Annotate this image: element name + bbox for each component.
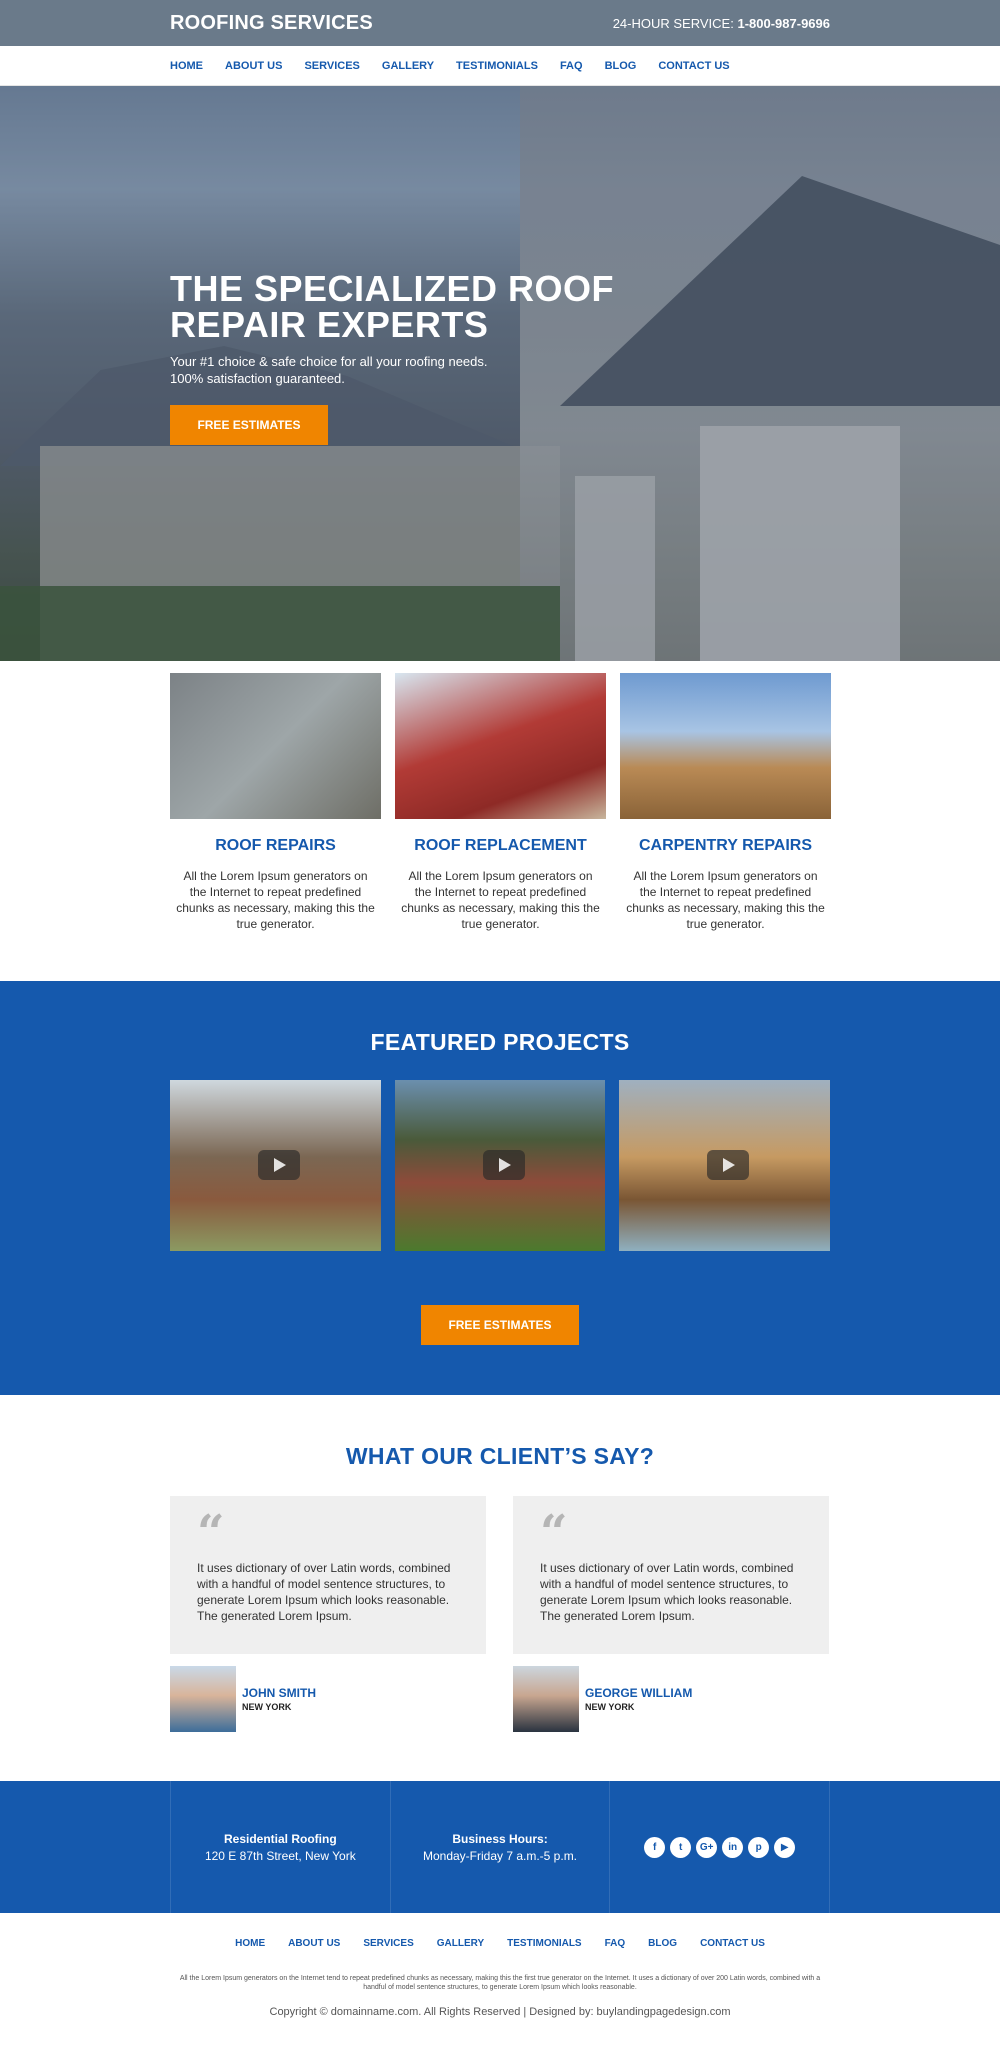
hero-banner: THE SPECIALIZED ROOF REPAIR EXPERTS Your… [0,86,1000,661]
hotline-label: 24-HOUR SERVICE: [612,15,734,31]
footer-nav: HOME ABOUT US SERVICES GALLERY TESTIMONI… [0,1913,1000,1949]
footer-nav-home[interactable]: HOME [235,1938,265,1949]
quote-icon: “ [197,1505,225,1561]
avatar [170,1666,236,1732]
nav-contact-us[interactable]: CONTACT US [658,60,729,72]
featured-title: FEATURED PROJECTS [370,1029,630,1055]
service-title[interactable]: ROOF REPAIRS [170,837,381,855]
featured-cta: FREE ESTIMATES [170,1305,830,1345]
hours-text: Monday-Friday 7 a.m.-5 p.m. [422,1848,578,1863]
testimonial-author: JOHN SMITH NEW YORK [170,1666,486,1732]
testimonial-text: It uses dictionary of over Latin words, … [197,1561,451,1623]
service-title[interactable]: ROOF REPLACEMENT [395,837,606,855]
pinterest-icon[interactable]: p [748,1836,770,1858]
project-video-thumb[interactable] [170,1080,381,1251]
social-icons: f t G+ in p ▶ [644,1836,796,1858]
hotline-number[interactable]: 1-800-987-9696 [737,16,830,31]
author-city: NEW YORK [585,1702,635,1712]
nav-services[interactable]: SERVICES [304,60,359,72]
roof-repairs-image [170,673,381,819]
nav-blog[interactable]: BLOG [605,60,637,72]
address-text: 120 E 87th Street, New York [204,1848,356,1863]
service-text: All the Lorem Ipsum generators on the In… [626,869,825,931]
quote-icon: “ [540,1505,568,1561]
testimonial-card: “ It uses dictionary of over Latin words… [170,1496,486,1732]
hours-title: Business Hours: [452,1831,548,1846]
top-header: ROOFING SERVICES 24-HOUR SERVICE: 1-800-… [0,0,1000,46]
nav-testimonials[interactable]: TESTIMONIALS [456,60,538,72]
footer-nav-testimonials[interactable]: TESTIMONIALS [507,1938,581,1949]
hero-title: THE SPECIALIZED ROOF REPAIR EXPERTS [170,271,670,343]
footer-nav-services[interactable]: SERVICES [363,1938,413,1949]
play-icon[interactable] [707,1150,750,1180]
testimonial-author: GEORGE WILLIAM NEW YORK [513,1666,829,1732]
footer-nav-contact-us[interactable]: CONTACT US [700,1938,765,1949]
author-city: NEW YORK [242,1702,292,1712]
footer-nav-about-us[interactable]: ABOUT US [288,1938,340,1949]
services-section: ROOF REPAIRS All the Lorem Ipsum generat… [0,661,1000,981]
nav-faq[interactable]: FAQ [560,60,583,72]
play-icon[interactable] [482,1150,525,1180]
author-name: GEORGE WILLIAM [585,1686,693,1700]
projects-row [170,1080,831,1251]
address-title: Residential Roofing [224,1831,337,1846]
roof-replacement-image [395,673,606,819]
hours-block: Business Hours: Monday-Friday 7 a.m.-5 p… [389,1781,610,1913]
nav-home[interactable]: HOME [170,60,203,72]
featured-free-estimates-button[interactable]: FREE ESTIMATES [421,1305,579,1345]
service-title[interactable]: CARPENTRY REPAIRS [620,837,831,855]
testimonials-section: WHAT OUR CLIENT’S SAY? “ It uses diction… [0,1395,1000,1781]
hero-free-estimates-button[interactable]: FREE ESTIMATES [170,405,328,445]
featured-projects-section: FEATURED PROJECTS FREE ESTIMATES [0,981,1000,1395]
testimonial-quote-box: “ It uses dictionary of over Latin words… [513,1496,829,1654]
footer: HOME ABOUT US SERVICES GALLERY TESTIMONI… [0,1913,1000,2045]
hotline: 24-HOUR SERVICE: 1-800-987-9696 [613,16,830,31]
hero-subtitle-line2: 100% satisfaction guaranteed. [170,371,345,386]
footer-description: All the Lorem Ipsum generators on the In… [179,1975,821,1991]
carpentry-repairs-image [620,673,831,819]
author-name: JOHN SMITH [242,1686,317,1700]
nav-about-us[interactable]: ABOUT US [225,60,282,72]
testimonials-title: WHAT OUR CLIENT’S SAY? [345,1443,655,1469]
brand-logo[interactable]: ROOFING SERVICES [170,12,373,35]
hero-content: THE SPECIALIZED ROOF REPAIR EXPERTS Your… [170,271,670,445]
service-card: ROOF REPAIRS All the Lorem Ipsum generat… [170,673,381,932]
nav-gallery[interactable]: GALLERY [382,60,434,72]
hero-title-line2: REPAIR EXPERTS [170,304,489,345]
testimonial-text: It uses dictionary of over Latin words, … [540,1561,794,1623]
facebook-icon[interactable]: f [644,1836,666,1858]
testimonials-row: “ It uses dictionary of over Latin words… [170,1496,830,1732]
social-block: f t G+ in p ▶ [609,1781,831,1913]
main-nav: HOME ABOUT US SERVICES GALLERY TESTIMONI… [0,46,1000,86]
testimonial-quote-box: “ It uses dictionary of over Latin words… [170,1496,486,1654]
address-block: Residential Roofing 120 E 87th Street, N… [170,1781,390,1913]
service-text: All the Lorem Ipsum generators on the In… [401,869,600,931]
linkedin-icon[interactable]: in [722,1836,744,1858]
avatar [513,1666,579,1732]
google-plus-icon[interactable]: G+ [696,1836,718,1858]
copyright: Copyright © domainname.com. All Rights R… [269,2006,731,2018]
service-text: All the Lorem Ipsum generators on the In… [176,869,375,931]
hero-subtitle: Your #1 choice & safe choice for all you… [170,353,670,387]
hero-title-line1: THE SPECIALIZED ROOF [170,268,615,309]
footer-nav-faq[interactable]: FAQ [605,1938,626,1949]
footer-nav-blog[interactable]: BLOG [648,1938,677,1949]
footer-nav-gallery[interactable]: GALLERY [437,1938,484,1949]
service-card: ROOF REPLACEMENT All the Lorem Ipsum gen… [395,673,606,932]
testimonial-card: “ It uses dictionary of over Latin words… [513,1496,829,1732]
twitter-icon[interactable]: t [670,1836,692,1858]
project-video-thumb[interactable] [394,1080,606,1251]
youtube-icon[interactable]: ▶ [774,1836,796,1858]
info-bar: Residential Roofing 120 E 87th Street, N… [0,1781,1000,1913]
service-card: CARPENTRY REPAIRS All the Lorem Ipsum ge… [620,673,831,932]
project-video-thumb[interactable] [619,1080,831,1251]
play-icon[interactable] [258,1150,300,1180]
hero-subtitle-line1: Your #1 choice & safe choice for all you… [170,354,488,369]
